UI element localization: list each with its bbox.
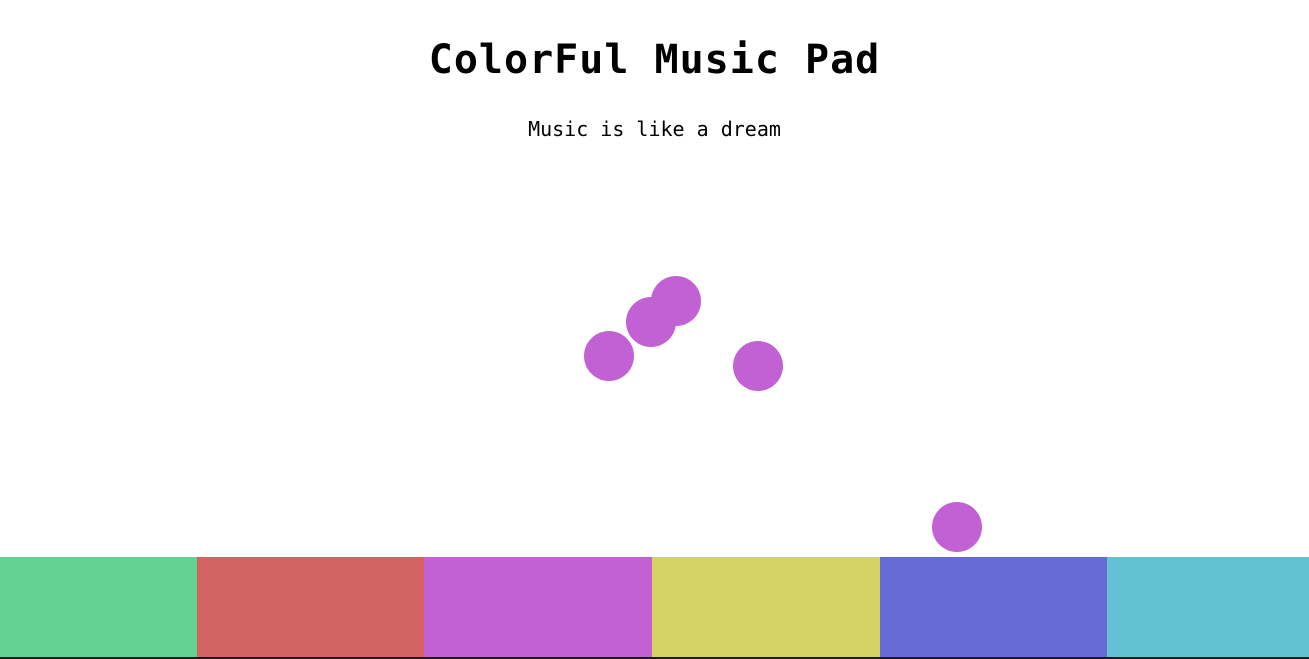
page-subtitle: Music is like a dream — [528, 117, 781, 141]
bubble — [626, 297, 676, 347]
music-pads — [0, 557, 1309, 657]
bubble — [651, 276, 701, 326]
bubble — [733, 341, 783, 391]
pad-green[interactable] — [0, 557, 197, 657]
pad-yellow[interactable] — [652, 557, 880, 657]
pad-cyan[interactable] — [1107, 557, 1309, 657]
pad-blue[interactable] — [880, 557, 1107, 657]
pad-purple[interactable] — [424, 557, 652, 657]
pad-red[interactable] — [197, 557, 424, 657]
bubble — [584, 331, 634, 381]
page-title: ColorFul Music Pad — [428, 37, 881, 83]
bubble — [932, 502, 982, 552]
